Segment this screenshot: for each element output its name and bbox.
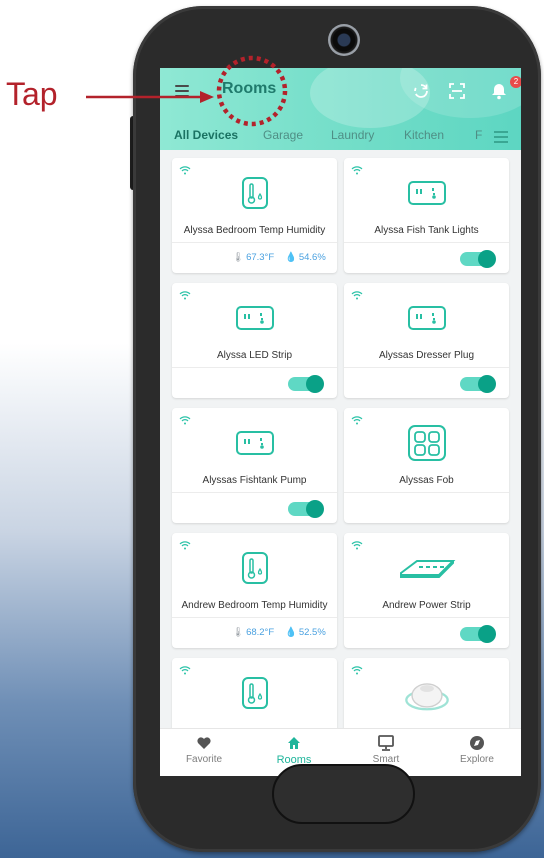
page-title[interactable]: Rooms [222,80,276,98]
divider [344,242,509,243]
smart-plug-icon [408,306,446,330]
wifi-icon [179,416,191,425]
device-name: Alyssas Fob [399,475,454,486]
tabs-menu-icon[interactable] [494,131,508,146]
thermometer-small-icon: 🌡 [232,627,245,638]
smart-plug-icon [408,181,446,205]
notification-badge: 2 [510,76,521,88]
tab-laundry[interactable]: Laundry [331,128,374,142]
app-screen: Rooms 2 All Devices Garage Laundry Kitch… [160,68,521,776]
tab-garage[interactable]: Garage [263,128,303,142]
scan-icon[interactable] [448,82,466,100]
refresh-icon[interactable] [412,82,430,100]
header: Rooms 2 All Devices Garage Laundry Kitch… [160,68,521,150]
compass-icon [470,736,484,750]
wifi-icon [351,541,363,550]
nav-rooms[interactable]: Rooms [264,735,324,766]
divider [172,367,337,368]
device-card[interactable]: Alyssa Bedroom Temp Humidity 🌡 67.3°F 💧 54… [172,158,337,273]
wifi-icon [351,291,363,300]
humidity-reading: 💧 52.5% [285,627,326,638]
wifi-icon [351,416,363,425]
bell-icon[interactable] [490,82,508,100]
device-name: Andrew Bedroom Temp Humidity [181,600,328,611]
humidity-reading: 💧 54.6% [285,252,326,263]
divider [172,492,337,493]
power-toggle[interactable] [288,500,324,518]
power-toggle[interactable] [460,250,496,268]
device-name: Alyssas Fishtank Pump [202,475,307,486]
device-card[interactable]: Alyssa Fish Tank Lights [344,158,509,273]
temperature-reading: 🌡 67.3°F [232,252,275,263]
device-name: Alyssa LED Strip [216,350,293,361]
droplet-icon: 💧 [285,627,297,638]
thermometer-icon [242,552,268,584]
room-tabs: All Devices Garage Laundry Kitchen F [160,124,521,146]
divider [344,492,509,493]
key-fob-icon [408,425,446,461]
thermometer-icon [242,677,268,709]
smart-plug-icon [236,431,274,455]
power-strip-icon [400,560,456,578]
nav-favorite[interactable]: Favorite [174,735,234,765]
device-card[interactable]: Alyssa LED Strip [172,283,337,398]
divider [344,367,509,368]
divider [172,617,337,618]
device-name: Alyssas Dresser Plug [378,350,475,361]
device-card[interactable]: Alyssas Dresser Plug [344,283,509,398]
tab-all-devices[interactable]: All Devices [174,128,238,142]
home-icon [288,737,300,749]
thermometer-icon [242,177,268,209]
nav-explore-label: Explore [460,754,494,765]
wifi-icon [351,166,363,175]
temperature-reading: 🌡 68.2°F [232,627,275,638]
power-toggle[interactable] [460,625,496,643]
divider [344,617,509,618]
wifi-icon [179,291,191,300]
monitor-icon [378,735,394,751]
camera-icon [328,24,360,56]
menu-icon[interactable] [175,85,189,97]
device-card[interactable]: Alyssas Fob [344,408,509,523]
device-card[interactable]: Alyssas Fishtank Pump [172,408,337,523]
home-button[interactable] [272,764,415,824]
wifi-icon [179,666,191,675]
device-name: Andrew Power Strip [382,600,471,611]
divider [172,242,337,243]
nav-favorite-label: Favorite [185,754,223,765]
droplet-icon: 💧 [285,252,297,263]
heart-icon [197,737,211,749]
device-card[interactable]: Andrew Bedroom Temp Humidity 🌡 68.2°F 💧 52… [172,533,337,648]
tab-kitchen[interactable]: Kitchen [404,128,444,142]
tab-more[interactable]: F [475,128,482,142]
siren-icon [405,683,449,711]
nav-smart[interactable]: Smart [356,735,416,765]
wifi-icon [179,166,191,175]
thermometer-small-icon: 🌡 [232,252,245,263]
wifi-icon [351,666,363,675]
nav-explore[interactable]: Explore [447,735,507,765]
smart-plug-icon [236,306,274,330]
wifi-icon [179,541,191,550]
device-name: Alyssa Bedroom Temp Humidity [183,225,326,236]
tap-annotation-label: Tap [6,76,58,112]
device-name: Alyssa Fish Tank Lights [374,225,479,236]
power-toggle[interactable] [288,375,324,393]
power-toggle[interactable] [460,375,496,393]
device-card[interactable]: Andrew Power Strip [344,533,509,648]
